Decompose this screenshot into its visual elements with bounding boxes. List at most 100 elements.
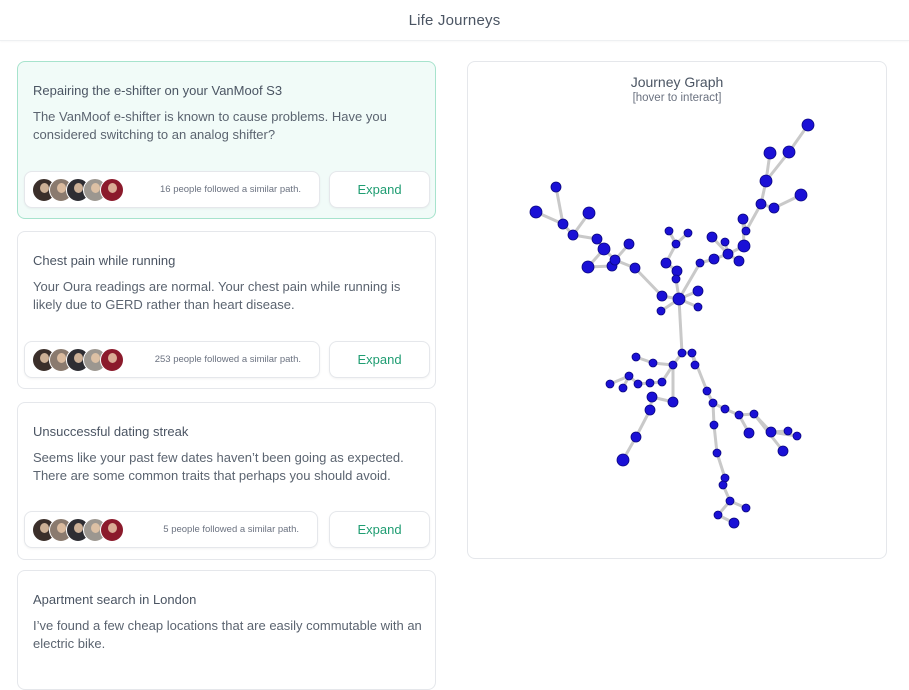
graph-node[interactable] [629, 262, 641, 274]
app-header: Life Journeys [0, 0, 909, 41]
similar-paths-count: 5 people followed a similar path. [163, 524, 299, 535]
graph-node[interactable] [692, 285, 704, 297]
graph-edge [633, 266, 664, 298]
graph-node[interactable] [648, 358, 658, 368]
graph-node[interactable] [718, 480, 728, 490]
graph-node[interactable] [706, 231, 718, 243]
graph-edge [554, 185, 565, 226]
graph-node[interactable] [646, 391, 658, 403]
graph-node[interactable] [644, 404, 656, 416]
journey-card[interactable]: Chest pain while running Your Oura readi… [17, 231, 436, 389]
graph-node[interactable] [677, 348, 687, 358]
graph-node[interactable] [656, 290, 668, 302]
graph-node[interactable] [794, 188, 808, 202]
graph-node[interactable] [581, 260, 595, 274]
graph-node[interactable] [605, 379, 615, 389]
journey-description: Your Oura readings are normal. Your ches… [33, 279, 401, 312]
graph-node[interactable] [702, 386, 712, 396]
graph-title: Journey Graph [630, 74, 724, 90]
graph-node[interactable] [741, 226, 751, 236]
graph-node[interactable] [713, 510, 723, 520]
graph-node[interactable] [687, 348, 697, 358]
graph-node[interactable] [792, 431, 802, 441]
graph-node[interactable] [737, 239, 751, 253]
journey-description: I’ve found a few cheap locations that ar… [33, 618, 422, 651]
graph-node[interactable] [656, 306, 666, 316]
graph-node[interactable] [768, 202, 780, 214]
graph-node[interactable] [728, 517, 740, 529]
expand-button[interactable]: Expand [329, 511, 430, 548]
journey-graph[interactable] [468, 62, 886, 558]
graph-node[interactable] [557, 218, 569, 230]
graph-node[interactable] [777, 445, 789, 457]
graph-node[interactable] [683, 228, 693, 238]
graph-node[interactable] [667, 396, 679, 408]
graph-node[interactable] [749, 409, 759, 419]
graph-edge [677, 297, 684, 355]
journey-description: The VanMoof e-shifter is known to cause … [33, 109, 387, 142]
graph-node[interactable] [722, 248, 734, 260]
graph-node[interactable] [671, 274, 681, 284]
graph-node[interactable] [743, 427, 755, 439]
graph-node[interactable] [618, 383, 628, 393]
graph-node[interactable] [633, 379, 643, 389]
graph-node[interactable] [668, 360, 678, 370]
journey-graph-panel: Journey Graph [hover to interact] [467, 61, 887, 559]
graph-node[interactable] [690, 360, 700, 370]
graph-node[interactable] [582, 206, 596, 220]
graph-node[interactable] [734, 410, 744, 420]
graph-node[interactable] [630, 431, 642, 443]
graph-node[interactable] [657, 377, 667, 387]
avatar [100, 348, 124, 372]
graph-node[interactable] [759, 174, 773, 188]
graph-node[interactable] [591, 233, 603, 245]
journey-description: Seems like your past few dates haven’t b… [33, 450, 404, 483]
expand-button[interactable]: Expand [329, 341, 430, 378]
graph-node[interactable] [597, 242, 611, 256]
graph-node[interactable] [782, 145, 796, 159]
graph-node[interactable] [624, 371, 634, 381]
graph-node[interactable] [720, 237, 730, 247]
graph-node[interactable] [529, 205, 543, 219]
graph-node[interactable] [693, 302, 703, 312]
expand-button[interactable]: Expand [329, 171, 430, 208]
journey-card[interactable]: Repairing the e-shifter on your VanMoof … [17, 61, 436, 219]
journey-title: Chest pain while running [33, 253, 176, 268]
similar-paths-count: 16 people followed a similar path. [159, 184, 301, 195]
graph-node[interactable] [623, 238, 635, 250]
graph-node[interactable] [708, 398, 718, 408]
graph-node[interactable] [609, 254, 621, 266]
graph-node[interactable] [725, 496, 735, 506]
graph-node[interactable] [660, 257, 672, 269]
graph-node[interactable] [550, 181, 562, 193]
graph-node[interactable] [765, 426, 777, 438]
graph-subtitle: [hover to interact] [632, 92, 722, 104]
journey-card[interactable]: Unsuccessful dating streak Seems like yo… [17, 402, 436, 560]
avatar [100, 518, 124, 542]
similar-paths-panel[interactable]: 253 people followed a similar path. [24, 341, 320, 378]
graph-node[interactable] [671, 239, 681, 249]
similar-paths-panel[interactable]: 16 people followed a similar path. [24, 171, 320, 208]
graph-node[interactable] [737, 213, 749, 225]
graph-node[interactable] [733, 255, 745, 267]
graph-node[interactable] [712, 448, 722, 458]
graph-node[interactable] [645, 378, 655, 388]
graph-node[interactable] [755, 198, 767, 210]
graph-node[interactable] [709, 420, 719, 430]
graph-node[interactable] [720, 404, 730, 414]
graph-node[interactable] [763, 146, 777, 160]
graph-node[interactable] [695, 258, 705, 268]
similar-paths-panel[interactable]: 5 people followed a similar path. [24, 511, 318, 548]
avatar [100, 178, 124, 202]
graph-node[interactable] [708, 253, 720, 265]
graph-node[interactable] [671, 265, 683, 277]
graph-node[interactable] [783, 426, 793, 436]
graph-node[interactable] [741, 503, 751, 513]
graph-node[interactable] [664, 226, 674, 236]
graph-node[interactable] [616, 453, 630, 467]
graph-node[interactable] [567, 229, 579, 241]
graph-node[interactable] [801, 118, 815, 132]
journey-card[interactable]: Apartment search in London I’ve found a … [17, 570, 436, 690]
graph-node[interactable] [672, 292, 686, 306]
graph-node[interactable] [631, 352, 641, 362]
